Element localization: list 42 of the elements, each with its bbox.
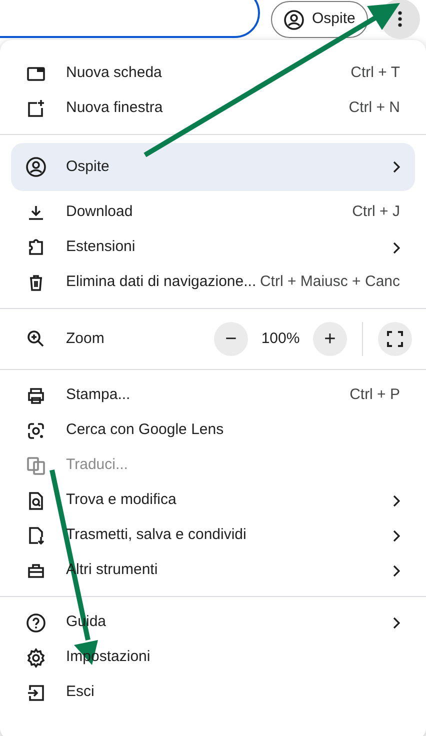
profile-button[interactable]: Ospite bbox=[271, 1, 368, 38]
save-file-icon bbox=[26, 526, 46, 546]
page-search-icon bbox=[26, 490, 46, 510]
menu-item[interactable]: Elimina dati di navigazione... Ctrl + Maiusc + Canc bbox=[0, 265, 426, 300]
menu-item[interactable]: Esci bbox=[0, 675, 426, 710]
user-icon bbox=[26, 157, 46, 177]
menu-item[interactable]: Estensioni bbox=[0, 230, 426, 265]
exit-icon bbox=[26, 682, 46, 702]
shortcut-label: Ctrl + Maiusc + Canc bbox=[260, 272, 400, 292]
translate-icon bbox=[26, 456, 46, 476]
zoom-in-button[interactable]: + bbox=[313, 322, 347, 356]
chevron-right-icon bbox=[392, 161, 400, 173]
menu-icon bbox=[398, 11, 402, 27]
menu-item[interactable]: Cerca con Google Lens bbox=[0, 413, 426, 448]
fullscreen-button[interactable] bbox=[378, 322, 412, 356]
zoom-level: 100% bbox=[260, 328, 301, 349]
user-icon bbox=[284, 10, 304, 30]
zoom-out-button[interactable]: − bbox=[214, 322, 248, 356]
fullscreen-icon bbox=[387, 331, 403, 347]
menu-item-label: Zoom bbox=[66, 328, 106, 349]
profile-menu-item[interactable]: Ospite bbox=[11, 143, 415, 191]
printer-icon bbox=[26, 386, 46, 406]
chevron-right-icon bbox=[392, 564, 400, 576]
lens-icon bbox=[26, 420, 46, 440]
shortcut-label: Ctrl + T bbox=[350, 63, 400, 84]
new-window-icon bbox=[26, 98, 46, 118]
menu-item[interactable]: Download Ctrl + J bbox=[0, 195, 426, 230]
shortcut-label: Ctrl + N bbox=[348, 98, 400, 118]
menu-item[interactable]: Nuova finestra Ctrl + N bbox=[0, 91, 426, 126]
help-icon bbox=[26, 612, 46, 632]
puzzle-icon bbox=[26, 238, 46, 258]
chevron-right-icon bbox=[392, 530, 400, 542]
chevron-right-icon bbox=[392, 494, 400, 506]
shortcut-label: Ctrl + J bbox=[352, 202, 400, 222]
menu-item[interactable]: Stampa... Ctrl + P bbox=[0, 378, 426, 413]
chevron-right-icon bbox=[392, 616, 400, 628]
menu-item[interactable]: Nuova scheda Ctrl + T bbox=[0, 56, 426, 91]
zoom-in-icon bbox=[26, 329, 46, 349]
settings-icon bbox=[26, 648, 46, 668]
menu-item[interactable]: Trova e modifica bbox=[0, 483, 426, 518]
chevron-right-icon bbox=[392, 242, 400, 254]
shortcut-label: Ctrl + P bbox=[350, 385, 400, 406]
